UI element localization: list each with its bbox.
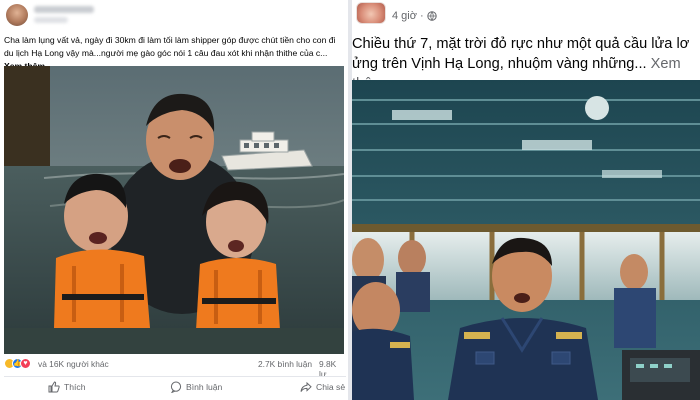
author-name-blurred[interactable] (34, 6, 94, 13)
love-reaction-icon: ♥ (20, 358, 31, 369)
post-header (0, 0, 348, 30)
reaction-count[interactable]: và 16K người khác (38, 359, 109, 369)
post-time[interactable]: 4 giờ · (392, 10, 437, 22)
avatar[interactable] (356, 2, 386, 24)
post-image[interactable] (4, 66, 344, 354)
comment-count[interactable]: 2.7K bình luận (258, 359, 312, 369)
comment-label: Bình luận (186, 382, 223, 392)
share-button[interactable]: Chia sẻ (300, 381, 345, 393)
reaction-icons[interactable]: 👍 ♥ (4, 358, 31, 370)
ship-bridge-crew-illustration (352, 80, 700, 400)
avatar[interactable] (6, 4, 28, 26)
share-label: Chia sẻ (316, 382, 346, 392)
post-stats: 👍 ♥ và 16K người khác 2.7K bình luận 9.8… (4, 356, 346, 379)
globe-icon (426, 11, 437, 21)
share-icon (300, 381, 312, 392)
post-time-blurred (34, 17, 68, 23)
comment-button[interactable]: Bình luận (170, 381, 222, 393)
like-button[interactable]: Thích (48, 381, 86, 393)
crying-family-illustration (4, 66, 344, 354)
post-image[interactable] (352, 80, 700, 400)
left-post: Cha làm lụng vất vả, ngày đi 30km đi làm… (0, 0, 348, 400)
like-icon (48, 381, 60, 393)
post-time-label: 4 giờ (392, 10, 417, 22)
post-caption-text: Cha làm lụng vất vả, ngày đi 30km đi làm… (4, 35, 336, 58)
like-label: Thích (64, 382, 86, 392)
post-caption-text: Chiều thứ 7, mặt trời đỏ rực như một quả… (352, 36, 690, 72)
dot-separator: · (419, 10, 424, 22)
right-post: 4 giờ · Chiều thứ 7, mặt trời đỏ rực như… (352, 0, 700, 400)
post-actions: Thích Bình luận Chia sẻ (4, 376, 346, 396)
comment-icon (170, 381, 182, 393)
